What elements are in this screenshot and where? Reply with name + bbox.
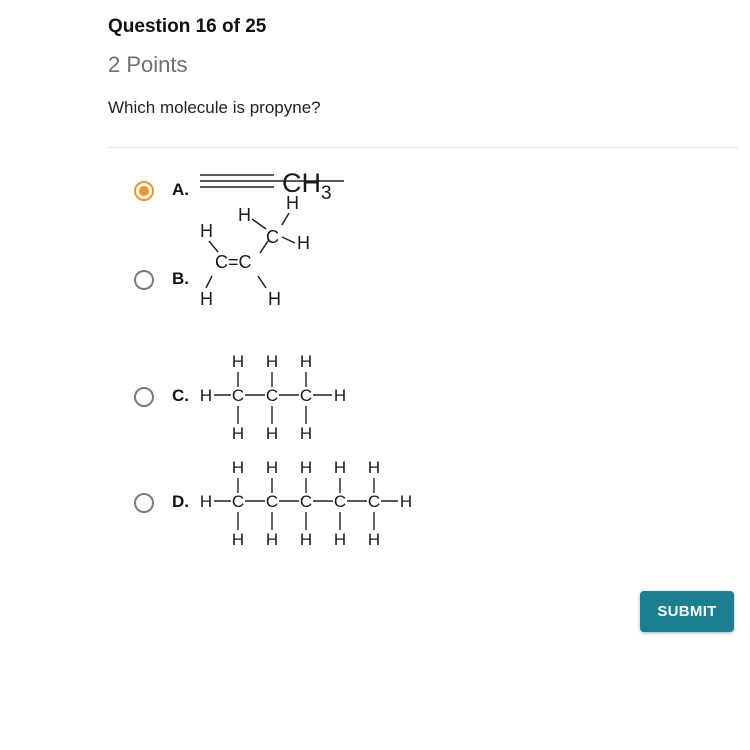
option-letter: D. (172, 492, 189, 511)
hydrogen-atom: H (266, 458, 278, 477)
hydrogen-atom: H (300, 352, 312, 371)
hydrogen-atom: H (334, 530, 346, 549)
hydrogen-atom: H (200, 492, 212, 511)
question-points: 2 Points (108, 52, 188, 77)
submit-button[interactable]: SUBMIT (640, 591, 734, 632)
svg-text:H: H (268, 289, 281, 309)
hydrogen-atom: H (300, 424, 312, 443)
question-prompt: Which molecule is propyne? (108, 98, 321, 117)
carbon-atom: C (334, 492, 346, 511)
hydrogen-atom: H (232, 424, 244, 443)
hydrogen-atom: H (300, 530, 312, 549)
hydrogen-atom: H (400, 492, 412, 511)
question-title: Question 16 of 25 (108, 16, 267, 37)
carbon-atom: C (300, 492, 312, 511)
svg-text:C: C (266, 227, 279, 247)
hydrogen-atom: H (200, 386, 212, 405)
svg-text:H: H (286, 193, 299, 213)
carbon-atom: C (368, 492, 380, 511)
carbon-atom: C (300, 386, 312, 405)
svg-text:H: H (238, 205, 251, 225)
radio-selected-icon[interactable] (134, 181, 154, 201)
radio-icon[interactable] (134, 387, 154, 407)
svg-text:H: H (200, 289, 213, 309)
radio-icon[interactable] (134, 270, 154, 290)
carbon-atom: C (266, 386, 278, 405)
divider (108, 147, 738, 148)
carbon-atom: C (232, 386, 244, 405)
option-letter: A. (172, 180, 189, 199)
hydrogen-atom: H (232, 458, 244, 477)
carbon-atom: C (232, 492, 244, 511)
propene-structure: H C=C H H C H H H (200, 193, 310, 309)
option-letter: C. (172, 386, 189, 405)
hydrogen-atom: H (232, 352, 244, 371)
propyne-structure: CH3 (200, 168, 344, 204)
svg-text:H: H (297, 233, 310, 253)
carbon-atom: C (266, 492, 278, 511)
hydrogen-atom: H (232, 530, 244, 549)
hydrogen-atom: H (334, 458, 346, 477)
option-letter: B. (172, 269, 189, 288)
svg-text:C=C: C=C (215, 252, 252, 272)
hydrogen-atom: H (266, 424, 278, 443)
pentane-structure: H CHHCHHCHHCHHCHHH (200, 458, 412, 549)
radio-icon[interactable] (134, 493, 154, 513)
hydrogen-atom: H (266, 530, 278, 549)
hydrogen-atom: H (300, 458, 312, 477)
svg-text:H: H (200, 221, 213, 241)
propane-structure: H CHHCHHCHHH (200, 352, 346, 443)
hydrogen-atom: H (266, 352, 278, 371)
hydrogen-atom: H (334, 386, 346, 405)
hydrogen-atom: H (368, 458, 380, 477)
hydrogen-atom: H (368, 530, 380, 549)
